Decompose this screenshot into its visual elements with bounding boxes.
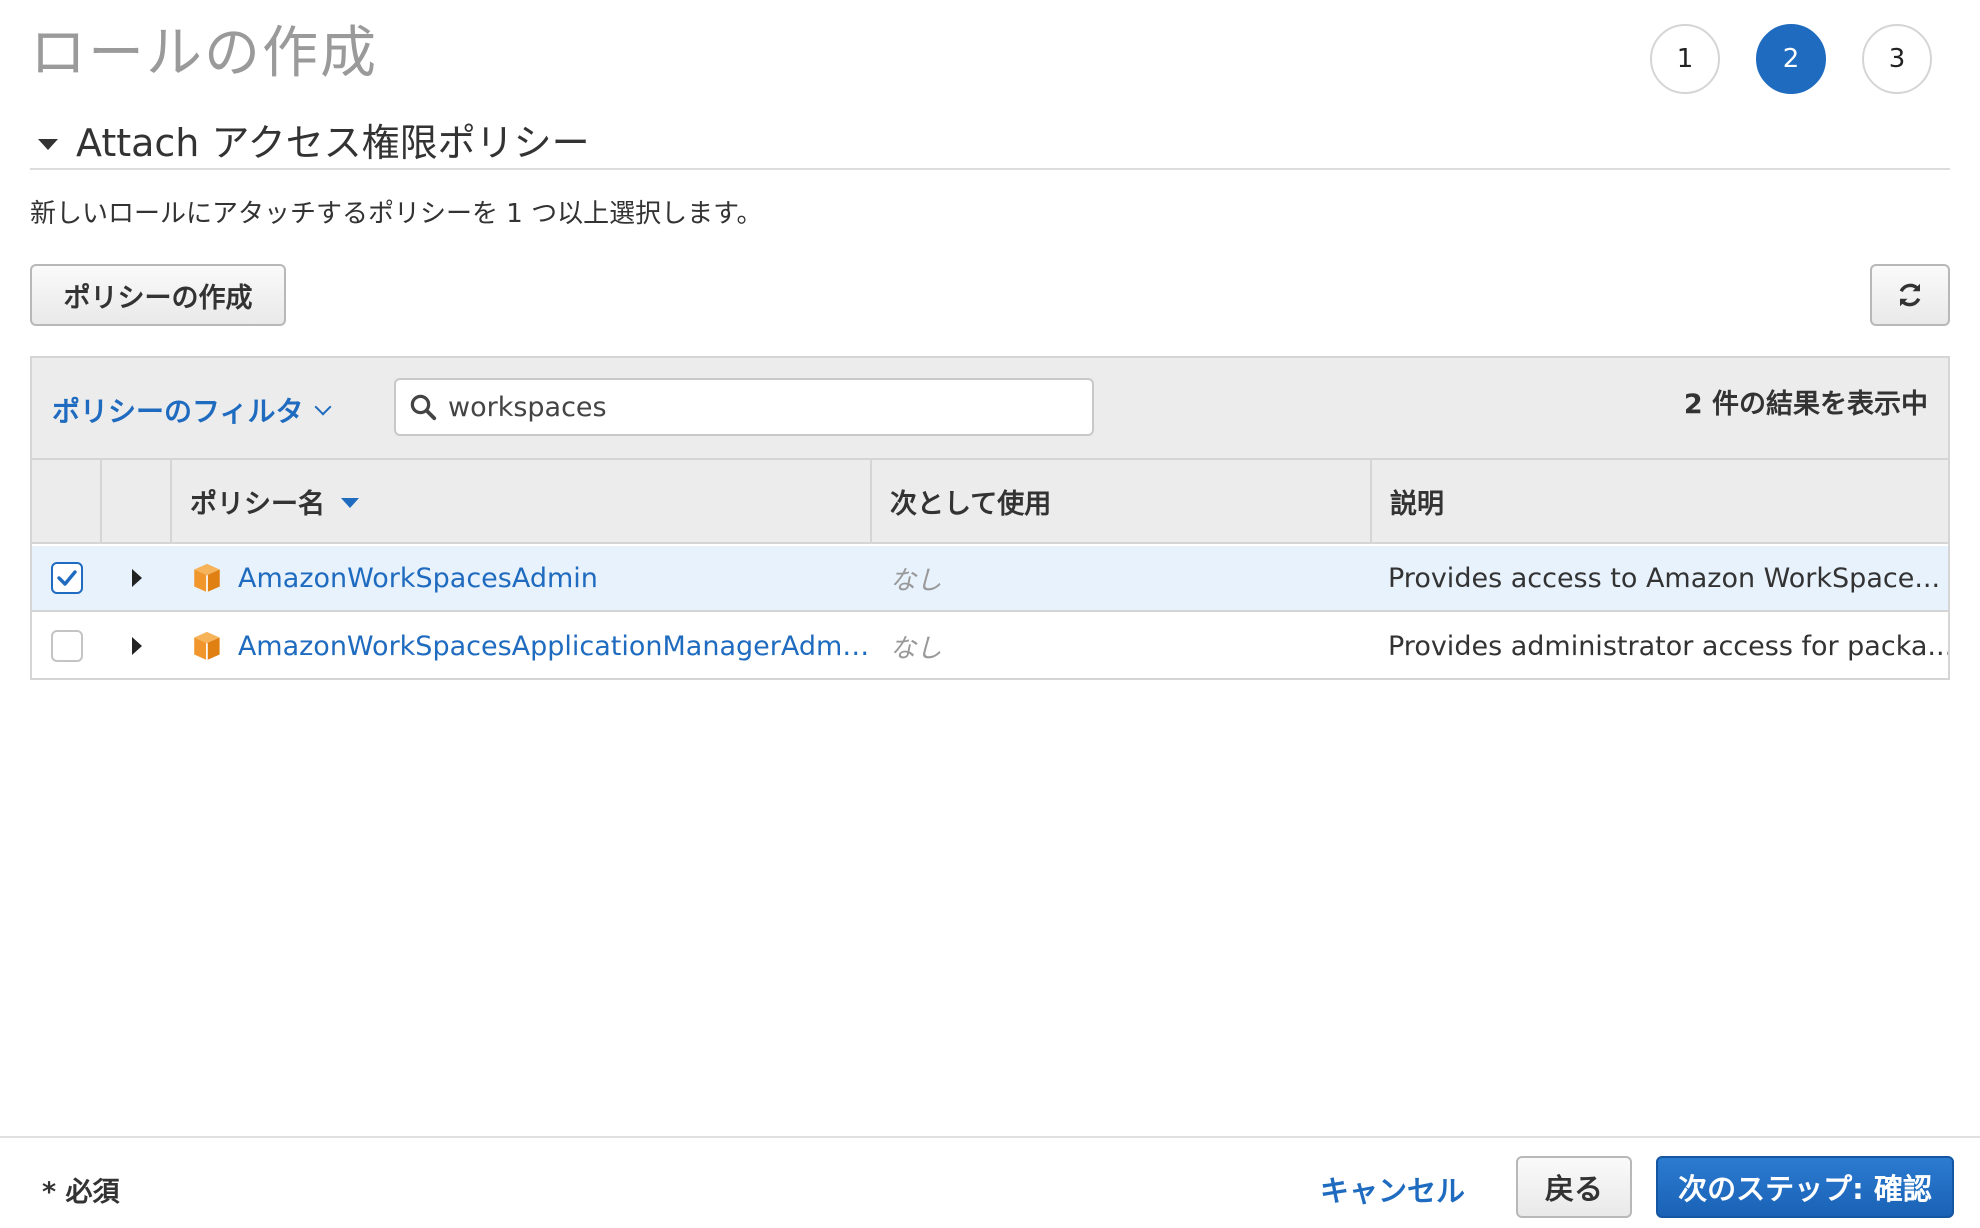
policy-description: Provides access to Amazon WorkSpace... bbox=[1388, 562, 1941, 594]
chevron-down-icon bbox=[314, 398, 332, 416]
search-box[interactable] bbox=[394, 378, 1094, 436]
expand-column-header bbox=[102, 460, 172, 542]
create-policy-button[interactable]: ポリシーの作成 bbox=[30, 264, 286, 326]
used-as-value: なし bbox=[890, 565, 943, 596]
policy-table-panel: ポリシーのフィルタ 2 件の結果を表示中 ポリシー名 次として使用 説明 bbox=[30, 356, 1950, 680]
step-2[interactable]: 2 bbox=[1756, 24, 1826, 94]
section-header[interactable]: Attach アクセス権限ポリシー bbox=[30, 110, 1950, 170]
results-count: 2 件の結果を表示中 bbox=[1683, 389, 1928, 420]
description-column-header[interactable]: 説明 bbox=[1372, 460, 1948, 542]
collapse-caret-icon[interactable] bbox=[38, 138, 58, 150]
policy-description: Provides administrator access for packa.… bbox=[1388, 630, 1948, 662]
used-as-value: なし bbox=[890, 633, 943, 664]
page-title: ロールの作成 bbox=[30, 21, 378, 86]
filter-bar: ポリシーのフィルタ 2 件の結果を表示中 bbox=[32, 358, 1948, 460]
refresh-button[interactable] bbox=[1870, 264, 1950, 326]
expand-row-icon[interactable] bbox=[132, 637, 142, 655]
policy-name-column-header[interactable]: ポリシー名 bbox=[172, 460, 872, 542]
used-as-column-header[interactable]: 次として使用 bbox=[872, 460, 1372, 542]
managed-policy-icon bbox=[194, 563, 220, 593]
managed-policy-icon bbox=[194, 631, 220, 661]
expand-row-icon[interactable] bbox=[132, 569, 142, 587]
required-note: * 必須 bbox=[42, 1177, 120, 1208]
sort-desc-icon[interactable] bbox=[341, 498, 359, 508]
policy-name-link[interactable]: AmazonWorkSpacesApplicationManagerAdmi..… bbox=[238, 631, 872, 662]
select-column-header bbox=[32, 460, 102, 542]
cancel-button[interactable]: キャンセル bbox=[1320, 1168, 1465, 1210]
section-description: 新しいロールにアタッチするポリシーを 1 つ以上選択します。 bbox=[30, 199, 763, 229]
row-checkbox[interactable] bbox=[51, 630, 83, 662]
policy-filter-label: ポリシーのフィルタ bbox=[52, 395, 304, 428]
back-button[interactable]: 戻る bbox=[1516, 1156, 1632, 1218]
wizard-footer: * 必須 キャンセル 戻る 次のステップ: 確認 bbox=[0, 1136, 1980, 1228]
step-3[interactable]: 3 bbox=[1862, 24, 1932, 94]
refresh-icon bbox=[1899, 283, 1921, 307]
table-row[interactable]: AmazonWorkSpacesAdmin なし Provides access… bbox=[32, 546, 1948, 612]
step-indicator: 1 2 3 bbox=[1650, 24, 1932, 94]
row-checkbox[interactable] bbox=[51, 562, 83, 594]
checkmark-icon bbox=[57, 570, 77, 586]
policy-name-link[interactable]: AmazonWorkSpacesAdmin bbox=[238, 563, 598, 594]
table-header: ポリシー名 次として使用 説明 bbox=[32, 460, 1948, 544]
search-icon bbox=[410, 394, 437, 421]
search-input[interactable] bbox=[448, 391, 1048, 423]
section-title: Attach アクセス権限ポリシー bbox=[76, 120, 590, 165]
table-row[interactable]: AmazonWorkSpacesApplicationManagerAdmi..… bbox=[32, 614, 1948, 680]
step-1[interactable]: 1 bbox=[1650, 24, 1720, 94]
next-step-button[interactable]: 次のステップ: 確認 bbox=[1656, 1156, 1954, 1218]
policy-filter-dropdown[interactable]: ポリシーのフィルタ bbox=[52, 390, 332, 430]
